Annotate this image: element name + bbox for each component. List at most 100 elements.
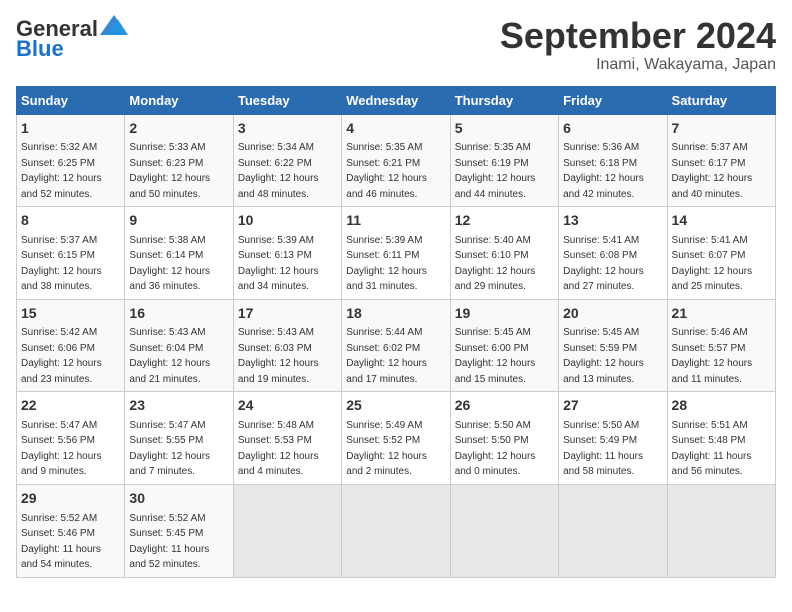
- header-thursday: Thursday: [450, 86, 558, 114]
- day-detail: Sunrise: 5:48 AM Sunset: 5:53 PM Dayligh…: [238, 420, 319, 478]
- day-detail: Sunrise: 5:45 AM Sunset: 6:00 PM Dayligh…: [455, 327, 536, 385]
- day-detail: Sunrise: 5:44 AM Sunset: 6:02 PM Dayligh…: [346, 327, 427, 385]
- day-number: 16: [129, 304, 228, 324]
- day-detail: Sunrise: 5:35 AM Sunset: 6:21 PM Dayligh…: [346, 142, 427, 200]
- day-detail: Sunrise: 5:34 AM Sunset: 6:22 PM Dayligh…: [238, 142, 319, 200]
- table-row: 19 Sunrise: 5:45 AM Sunset: 6:00 PM Dayli…: [450, 299, 558, 392]
- table-row: [233, 484, 341, 577]
- table-row: [450, 484, 558, 577]
- table-row: 30 Sunrise: 5:52 AM Sunset: 5:45 PM Dayli…: [125, 484, 233, 577]
- day-detail: Sunrise: 5:46 AM Sunset: 5:57 PM Dayligh…: [672, 327, 753, 385]
- table-row: 27 Sunrise: 5:50 AM Sunset: 5:49 PM Dayli…: [559, 392, 667, 485]
- table-row: 13 Sunrise: 5:41 AM Sunset: 6:08 PM Dayli…: [559, 207, 667, 300]
- day-detail: Sunrise: 5:50 AM Sunset: 5:49 PM Dayligh…: [563, 420, 643, 478]
- table-row: 1 Sunrise: 5:32 AM Sunset: 6:25 PM Daylig…: [17, 114, 125, 207]
- day-detail: Sunrise: 5:35 AM Sunset: 6:19 PM Dayligh…: [455, 142, 536, 200]
- day-detail: Sunrise: 5:32 AM Sunset: 6:25 PM Dayligh…: [21, 142, 102, 200]
- day-number: 13: [563, 211, 662, 231]
- day-detail: Sunrise: 5:51 AM Sunset: 5:48 PM Dayligh…: [672, 420, 752, 478]
- day-number: 6: [563, 119, 662, 139]
- table-row: 24 Sunrise: 5:48 AM Sunset: 5:53 PM Dayli…: [233, 392, 341, 485]
- day-number: 12: [455, 211, 554, 231]
- table-row: [342, 484, 450, 577]
- logo-blue: Blue: [16, 36, 64, 62]
- day-detail: Sunrise: 5:37 AM Sunset: 6:17 PM Dayligh…: [672, 142, 753, 200]
- title-area: September 2024 Inami, Wakayama, Japan: [500, 16, 776, 74]
- day-number: 30: [129, 489, 228, 509]
- day-number: 24: [238, 396, 337, 416]
- table-row: 7 Sunrise: 5:37 AM Sunset: 6:17 PM Daylig…: [667, 114, 775, 207]
- day-detail: Sunrise: 5:42 AM Sunset: 6:06 PM Dayligh…: [21, 327, 102, 385]
- day-detail: Sunrise: 5:39 AM Sunset: 6:13 PM Dayligh…: [238, 235, 319, 293]
- header-monday: Monday: [125, 86, 233, 114]
- calendar-week-row: 1 Sunrise: 5:32 AM Sunset: 6:25 PM Daylig…: [17, 114, 776, 207]
- day-number: 2: [129, 119, 228, 139]
- day-detail: Sunrise: 5:43 AM Sunset: 6:03 PM Dayligh…: [238, 327, 319, 385]
- day-number: 14: [672, 211, 771, 231]
- day-detail: Sunrise: 5:36 AM Sunset: 6:18 PM Dayligh…: [563, 142, 644, 200]
- calendar-week-row: 15 Sunrise: 5:42 AM Sunset: 6:06 PM Dayli…: [17, 299, 776, 392]
- day-number: 5: [455, 119, 554, 139]
- location-title: Inami, Wakayama, Japan: [500, 56, 776, 74]
- table-row: 25 Sunrise: 5:49 AM Sunset: 5:52 PM Dayli…: [342, 392, 450, 485]
- table-row: 21 Sunrise: 5:46 AM Sunset: 5:57 PM Dayli…: [667, 299, 775, 392]
- day-detail: Sunrise: 5:49 AM Sunset: 5:52 PM Dayligh…: [346, 420, 427, 478]
- table-row: 28Sunrise: 5:51 AM Sunset: 5:48 PM Dayli…: [667, 392, 775, 485]
- day-detail: Sunrise: 5:45 AM Sunset: 5:59 PM Dayligh…: [563, 327, 644, 385]
- day-number: 17: [238, 304, 337, 324]
- day-detail: Sunrise: 5:50 AM Sunset: 5:50 PM Dayligh…: [455, 420, 536, 478]
- calendar-week-row: 22 Sunrise: 5:47 AM Sunset: 5:56 PM Dayli…: [17, 392, 776, 485]
- day-detail: Sunrise: 5:47 AM Sunset: 5:55 PM Dayligh…: [129, 420, 210, 478]
- day-number: 15: [21, 304, 120, 324]
- day-detail: Sunrise: 5:40 AM Sunset: 6:10 PM Dayligh…: [455, 235, 536, 293]
- day-number: 27: [563, 396, 662, 416]
- table-row: 26 Sunrise: 5:50 AM Sunset: 5:50 PM Dayli…: [450, 392, 558, 485]
- calendar-week-row: 8Sunrise: 5:37 AM Sunset: 6:15 PM Daylig…: [17, 207, 776, 300]
- table-row: 29 Sunrise: 5:52 AM Sunset: 5:46 PM Dayli…: [17, 484, 125, 577]
- day-number: 3: [238, 119, 337, 139]
- day-detail: Sunrise: 5:52 AM Sunset: 5:46 PM Dayligh…: [21, 513, 101, 571]
- day-number: 7: [672, 119, 771, 139]
- day-detail: Sunrise: 5:52 AM Sunset: 5:45 PM Dayligh…: [129, 513, 209, 571]
- day-detail: Sunrise: 5:47 AM Sunset: 5:56 PM Dayligh…: [21, 420, 102, 478]
- day-number: 9: [129, 211, 228, 231]
- day-number: 23: [129, 396, 228, 416]
- table-row: 23 Sunrise: 5:47 AM Sunset: 5:55 PM Dayli…: [125, 392, 233, 485]
- day-number: 26: [455, 396, 554, 416]
- day-number: 19: [455, 304, 554, 324]
- table-row: 15 Sunrise: 5:42 AM Sunset: 6:06 PM Dayli…: [17, 299, 125, 392]
- day-number: 1: [21, 119, 120, 139]
- calendar-week-row: 29 Sunrise: 5:52 AM Sunset: 5:46 PM Dayli…: [17, 484, 776, 577]
- day-number: 22: [21, 396, 120, 416]
- table-row: 20Sunrise: 5:45 AM Sunset: 5:59 PM Dayli…: [559, 299, 667, 392]
- day-detail: Sunrise: 5:39 AM Sunset: 6:11 PM Dayligh…: [346, 235, 427, 293]
- table-row: 8Sunrise: 5:37 AM Sunset: 6:15 PM Daylig…: [17, 207, 125, 300]
- day-number: 21: [672, 304, 771, 324]
- day-number: 25: [346, 396, 445, 416]
- table-row: 10 Sunrise: 5:39 AM Sunset: 6:13 PM Dayli…: [233, 207, 341, 300]
- day-detail: Sunrise: 5:41 AM Sunset: 6:07 PM Dayligh…: [672, 235, 753, 293]
- table-row: 17 Sunrise: 5:43 AM Sunset: 6:03 PM Dayli…: [233, 299, 341, 392]
- table-row: 4Sunrise: 5:35 AM Sunset: 6:21 PM Daylig…: [342, 114, 450, 207]
- table-row: 6 Sunrise: 5:36 AM Sunset: 6:18 PM Daylig…: [559, 114, 667, 207]
- month-title: September 2024: [500, 16, 776, 56]
- page-header: General Blue September 2024 Inami, Wakay…: [16, 16, 776, 74]
- table-row: 11Sunrise: 5:39 AM Sunset: 6:11 PM Dayli…: [342, 207, 450, 300]
- table-row: [559, 484, 667, 577]
- day-detail: Sunrise: 5:33 AM Sunset: 6:23 PM Dayligh…: [129, 142, 210, 200]
- day-detail: Sunrise: 5:41 AM Sunset: 6:08 PM Dayligh…: [563, 235, 644, 293]
- header-sunday: Sunday: [17, 86, 125, 114]
- header-friday: Friday: [559, 86, 667, 114]
- day-number: 8: [21, 211, 120, 231]
- table-row: 16 Sunrise: 5:43 AM Sunset: 6:04 PM Dayli…: [125, 299, 233, 392]
- header-tuesday: Tuesday: [233, 86, 341, 114]
- day-detail: Sunrise: 5:38 AM Sunset: 6:14 PM Dayligh…: [129, 235, 210, 293]
- table-row: [667, 484, 775, 577]
- logo: General Blue: [16, 16, 128, 62]
- calendar-table: Sunday Monday Tuesday Wednesday Thursday…: [16, 86, 776, 578]
- calendar-header-row: Sunday Monday Tuesday Wednesday Thursday…: [17, 86, 776, 114]
- day-number: 10: [238, 211, 337, 231]
- day-number: 29: [21, 489, 120, 509]
- day-detail: Sunrise: 5:43 AM Sunset: 6:04 PM Dayligh…: [129, 327, 210, 385]
- logo-icon: [100, 15, 128, 35]
